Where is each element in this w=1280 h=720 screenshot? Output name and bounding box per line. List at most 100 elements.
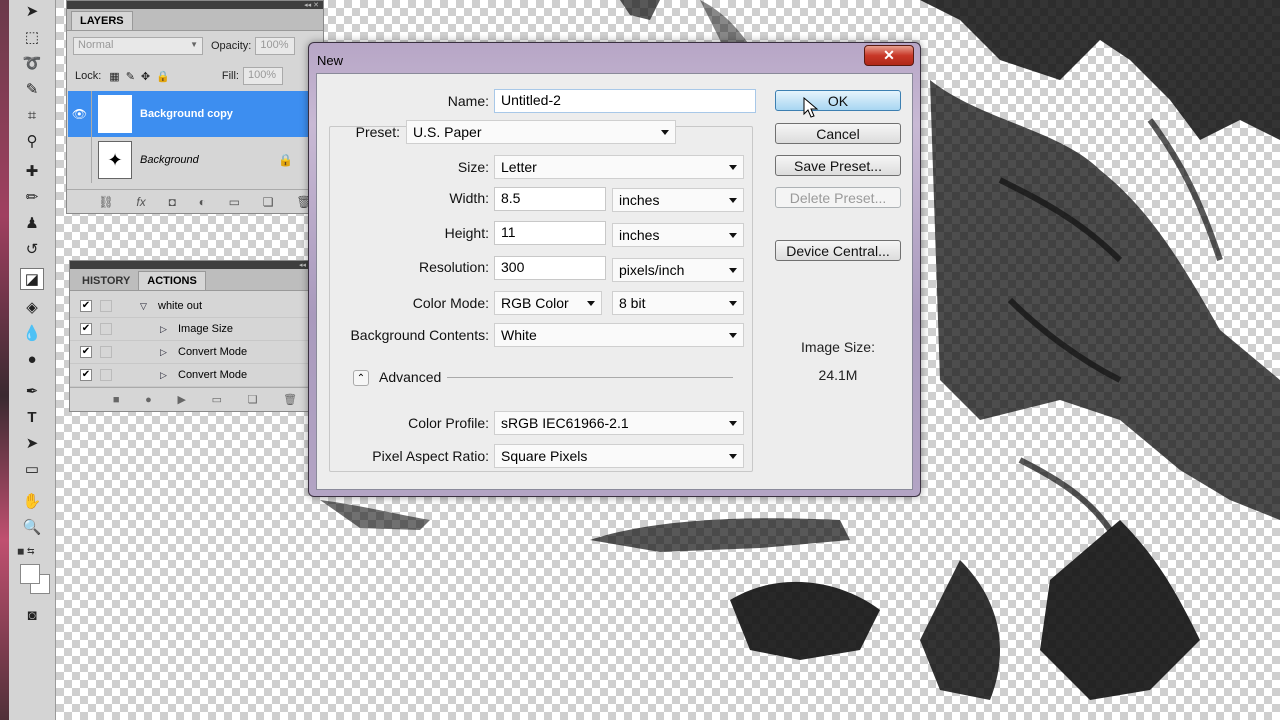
tab-history[interactable]: HISTORY: [74, 272, 138, 290]
new-action-icon[interactable]: ❏: [248, 393, 258, 406]
preset-select[interactable]: U.S. Paper: [406, 120, 676, 144]
blend-mode-select[interactable]: Normal ▼: [73, 37, 203, 55]
panel-collapse-bar[interactable]: ◂◂ ✕: [67, 1, 323, 9]
ok-button[interactable]: OK: [775, 90, 901, 111]
eye-icon[interactable]: 👁: [68, 91, 92, 137]
lock-pixels-icon[interactable]: ✎: [126, 70, 135, 83]
healing-brush-tool-icon[interactable]: ✚: [20, 160, 44, 182]
collapsed-triangle-icon[interactable]: ▷: [160, 347, 174, 358]
tab-actions[interactable]: ACTIONS: [138, 271, 206, 290]
chevron-down-icon: [729, 301, 737, 306]
blur-tool-icon[interactable]: 💧: [20, 322, 44, 344]
visibility-toggle[interactable]: [68, 137, 92, 183]
quick-select-tool-icon[interactable]: ✎: [20, 78, 44, 100]
opacity-field[interactable]: 100%: [255, 37, 296, 55]
height-label: Height:: [444, 225, 489, 241]
action-step-row[interactable]: ✔ ▷ Convert Mode: [70, 341, 310, 364]
action-step-row[interactable]: ✔ ▷ Image Size: [70, 318, 310, 341]
action-label: Image Size: [178, 323, 234, 335]
collapsed-triangle-icon[interactable]: ▷: [160, 370, 174, 381]
fill-field[interactable]: 100%: [242, 67, 283, 85]
action-checkbox[interactable]: ✔: [80, 300, 92, 312]
color-profile-select[interactable]: sRGB IEC61966-2.1: [494, 411, 744, 435]
pixel-aspect-ratio-select[interactable]: Square Pixels: [494, 444, 744, 468]
mask-icon[interactable]: ◘: [169, 195, 176, 209]
dialog-toggle[interactable]: [100, 323, 112, 335]
brush-tool-icon[interactable]: ✏: [20, 186, 44, 208]
size-select[interactable]: Letter: [494, 155, 744, 179]
path-select-tool-icon[interactable]: ➤: [20, 432, 44, 454]
type-tool-icon[interactable]: T: [20, 406, 44, 428]
actions-panel: ◂◂ HISTORY ACTIONS ✔ ▽ white out ✔ ▷ Ima…: [69, 260, 311, 412]
pixel-aspect-ratio-label: Pixel Aspect Ratio:: [372, 448, 489, 464]
resolution-label: Resolution:: [418, 259, 489, 275]
device-central-button[interactable]: Device Central...: [775, 240, 901, 261]
delete-preset-button: Delete Preset...: [775, 187, 901, 208]
lock-transparent-icon[interactable]: ▦: [109, 70, 119, 83]
history-brush-tool-icon[interactable]: ↺: [20, 238, 44, 260]
new-set-icon[interactable]: ▭: [212, 393, 222, 406]
foreground-color-swatch[interactable]: [20, 564, 40, 584]
play-icon[interactable]: ▶: [177, 393, 185, 406]
cancel-button[interactable]: Cancel: [775, 123, 901, 144]
dodge-tool-icon[interactable]: ●: [20, 348, 44, 370]
lasso-tool-icon[interactable]: ➰: [20, 52, 44, 74]
dialog-toggle[interactable]: [100, 300, 112, 312]
width-unit-select[interactable]: inches: [612, 188, 744, 212]
move-tool-icon[interactable]: ➤: [20, 0, 44, 22]
swap-colors-icon[interactable]: ◼ ⇆: [17, 546, 35, 557]
width-field[interactable]: 8.5: [494, 187, 606, 211]
color-mode-select[interactable]: RGB Color: [494, 291, 602, 315]
stop-icon[interactable]: ■: [113, 394, 120, 406]
layer-row-background[interactable]: ✦ Background 🔒: [68, 137, 323, 183]
dialog-toggle[interactable]: [100, 346, 112, 358]
pen-tool-icon[interactable]: ✒: [20, 380, 44, 402]
lock-position-icon[interactable]: ✥: [141, 70, 150, 83]
color-swatches[interactable]: [18, 560, 52, 596]
resolution-unit-value: pixels/inch: [619, 262, 685, 278]
record-icon[interactable]: ●: [145, 394, 152, 406]
action-checkbox[interactable]: ✔: [80, 369, 92, 381]
resolution-field[interactable]: 300: [494, 256, 606, 280]
tab-layers[interactable]: LAYERS: [71, 11, 133, 30]
chevron-down-icon: [729, 421, 737, 426]
panel-collapse-bar[interactable]: ◂◂: [70, 261, 310, 269]
link-icon[interactable]: ⛓: [98, 195, 113, 209]
resolution-unit-select[interactable]: pixels/inch: [612, 258, 744, 282]
mouse-cursor-icon: [803, 97, 819, 118]
action-step-row[interactable]: ✔ ▷ Convert Mode: [70, 364, 310, 387]
collapsed-triangle-icon[interactable]: ▷: [160, 324, 174, 335]
background-contents-select[interactable]: White: [494, 323, 744, 347]
layer-row-background-copy[interactable]: 👁 ✦ Background copy: [68, 91, 323, 137]
clone-stamp-tool-icon[interactable]: ♟: [20, 212, 44, 234]
height-unit-select[interactable]: inches: [612, 223, 744, 247]
crop-tool-icon[interactable]: ⌗: [20, 104, 44, 126]
dialog-toggle[interactable]: [100, 369, 112, 381]
fx-icon[interactable]: fx: [136, 195, 145, 209]
paint-bucket-tool-icon[interactable]: ◈: [20, 296, 44, 318]
bit-depth-select[interactable]: 8 bit: [612, 291, 744, 315]
adjustment-icon[interactable]: ◐: [199, 195, 206, 209]
trash-icon[interactable]: 🗑: [283, 393, 297, 406]
advanced-toggle-icon[interactable]: ⌃: [353, 370, 369, 386]
preset-value: U.S. Paper: [413, 124, 482, 140]
action-checkbox[interactable]: ✔: [80, 323, 92, 335]
shape-tool-icon[interactable]: ▭: [20, 458, 44, 480]
quick-mask-icon[interactable]: ◙: [20, 604, 44, 626]
group-icon[interactable]: ▭: [229, 195, 240, 209]
lock-all-icon[interactable]: 🔒: [156, 70, 170, 83]
actions-footer: ■ ● ▶ ▭ ❏ 🗑: [70, 387, 310, 411]
expand-triangle-icon[interactable]: ▽: [140, 301, 154, 312]
save-preset-button[interactable]: Save Preset...: [775, 155, 901, 176]
zoom-tool-icon[interactable]: 🔍: [20, 516, 44, 538]
hand-tool-icon[interactable]: ✋: [20, 490, 44, 512]
eraser-tool-icon[interactable]: ◪: [20, 268, 44, 290]
marquee-tool-icon[interactable]: ⬚: [20, 26, 44, 48]
eyedropper-tool-icon[interactable]: ⚲: [20, 130, 44, 152]
close-button[interactable]: ✕: [864, 45, 914, 66]
height-field[interactable]: 11: [494, 221, 606, 245]
action-checkbox[interactable]: ✔: [80, 346, 92, 358]
name-field[interactable]: Untitled-2: [494, 89, 756, 113]
new-layer-icon[interactable]: ❏: [263, 195, 274, 209]
action-set-row[interactable]: ✔ ▽ white out: [70, 295, 310, 318]
